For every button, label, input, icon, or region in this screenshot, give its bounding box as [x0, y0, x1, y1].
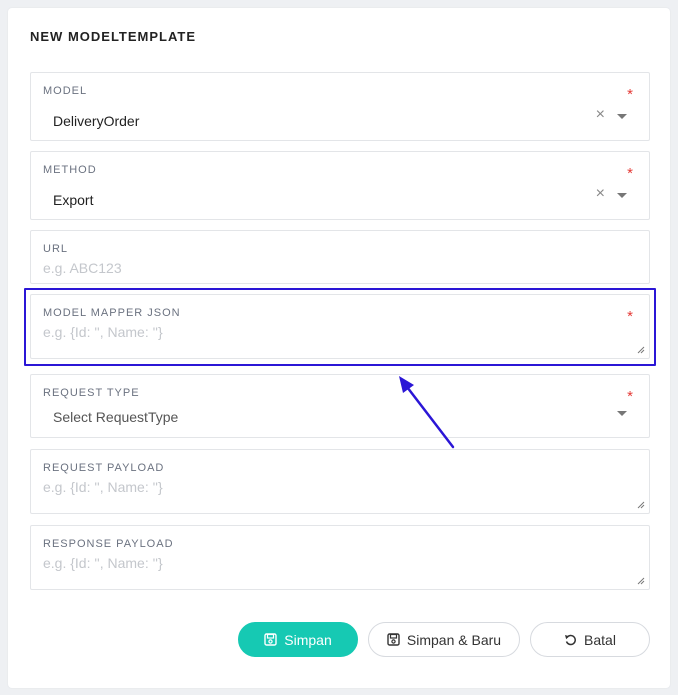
request-type-placeholder: Select RequestType	[53, 409, 179, 425]
request-payload-label: REQUEST PAYLOAD	[43, 462, 165, 474]
response-payload-textarea[interactable]: RESPONSE PAYLOAD e.g. {Id: '', Name: ''}	[30, 525, 650, 590]
undo-icon	[565, 634, 576, 646]
page-title: NEW MODELTEMPLATE	[30, 29, 197, 44]
required-marker: *	[627, 308, 633, 325]
arrow-annotation	[399, 376, 455, 449]
model-mapper-json-label: MODEL MAPPER JSON	[43, 307, 181, 319]
cancel-button-label: Batal	[584, 631, 616, 648]
request-payload-placeholder: e.g. {Id: '', Name: ''}	[43, 479, 163, 495]
url-label: URL	[43, 243, 69, 255]
response-payload-label: RESPONSE PAYLOAD	[43, 538, 174, 550]
clear-icon[interactable]: ×	[596, 186, 605, 202]
required-marker: *	[627, 86, 633, 103]
save-icon	[387, 633, 400, 646]
method-select[interactable]: METHOD * Export ×	[30, 151, 650, 220]
chevron-down-icon[interactable]	[617, 411, 627, 416]
chevron-down-icon[interactable]	[617, 114, 627, 119]
required-marker: *	[627, 165, 633, 182]
model-mapper-json-placeholder: e.g. {Id: '', Name: ''}	[43, 324, 163, 340]
request-type-label: REQUEST TYPE	[43, 387, 140, 399]
method-label: METHOD	[43, 164, 97, 176]
chevron-down-icon[interactable]	[617, 193, 627, 198]
save-icon	[264, 633, 277, 646]
resize-handle-icon[interactable]	[637, 346, 645, 354]
save-button[interactable]: Simpan	[238, 622, 358, 657]
url-input[interactable]: URL e.g. ABC123	[30, 230, 650, 284]
required-marker: *	[627, 388, 633, 405]
model-value: DeliveryOrder	[53, 113, 140, 129]
resize-handle-icon[interactable]	[637, 577, 645, 585]
model-mapper-json-textarea[interactable]: MODEL MAPPER JSON * e.g. {Id: '', Name: …	[30, 294, 650, 359]
request-payload-textarea[interactable]: REQUEST PAYLOAD e.g. {Id: '', Name: ''}	[30, 449, 650, 514]
url-placeholder: e.g. ABC123	[43, 260, 122, 276]
resize-handle-icon[interactable]	[637, 501, 645, 509]
save-and-new-button[interactable]: Simpan & Baru	[368, 622, 520, 657]
save-button-label: Simpan	[284, 631, 332, 648]
model-select[interactable]: MODEL * DeliveryOrder ×	[30, 72, 650, 141]
clear-icon[interactable]: ×	[596, 107, 605, 123]
method-value: Export	[53, 192, 94, 208]
model-label: MODEL	[43, 85, 88, 97]
request-type-select[interactable]: REQUEST TYPE * Select RequestType	[30, 374, 650, 438]
save-and-new-button-label: Simpan & Baru	[406, 631, 502, 648]
response-payload-placeholder: e.g. {Id: '', Name: ''}	[43, 555, 163, 571]
cancel-button[interactable]: Batal	[530, 622, 650, 657]
